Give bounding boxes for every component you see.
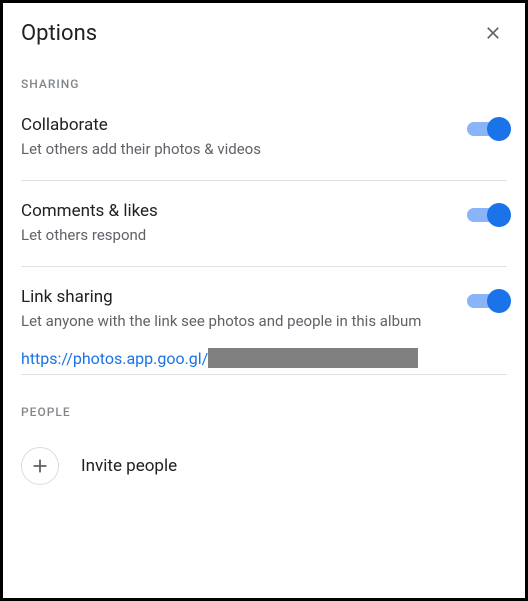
sharing-section-label: SHARING <box>21 77 507 91</box>
share-link-prefix: https://photos.app.goo.gl/ <box>21 349 208 368</box>
close-button[interactable] <box>479 19 507 47</box>
dialog-title: Options <box>21 21 97 46</box>
link-sharing-desc: Let anyone with the link see photos and … <box>21 311 447 332</box>
share-link-row[interactable]: https://photos.app.goo.gl/ <box>21 348 507 375</box>
plus-icon-circle <box>21 447 59 485</box>
invite-people-button[interactable]: Invite people <box>21 443 507 489</box>
collaborate-title: Collaborate <box>21 115 447 135</box>
collaborate-option: Collaborate Let others add their photos … <box>21 115 507 181</box>
dialog-header: Options <box>21 19 507 47</box>
collaborate-desc: Let others add their photos & videos <box>21 139 447 160</box>
plus-icon <box>29 455 51 477</box>
comments-desc: Let others respond <box>21 225 447 246</box>
link-sharing-title: Link sharing <box>21 287 447 307</box>
close-icon <box>483 23 503 43</box>
collaborate-toggle[interactable] <box>467 117 507 141</box>
share-link-redacted <box>208 348 418 368</box>
comments-option: Comments & likes Let others respond <box>21 201 507 267</box>
link-sharing-toggle[interactable] <box>467 289 507 313</box>
invite-people-label: Invite people <box>81 456 177 476</box>
comments-title: Comments & likes <box>21 201 447 221</box>
comments-toggle[interactable] <box>467 203 507 227</box>
people-section-label: PEOPLE <box>21 405 507 419</box>
link-sharing-option: Link sharing Let anyone with the link se… <box>21 287 507 340</box>
